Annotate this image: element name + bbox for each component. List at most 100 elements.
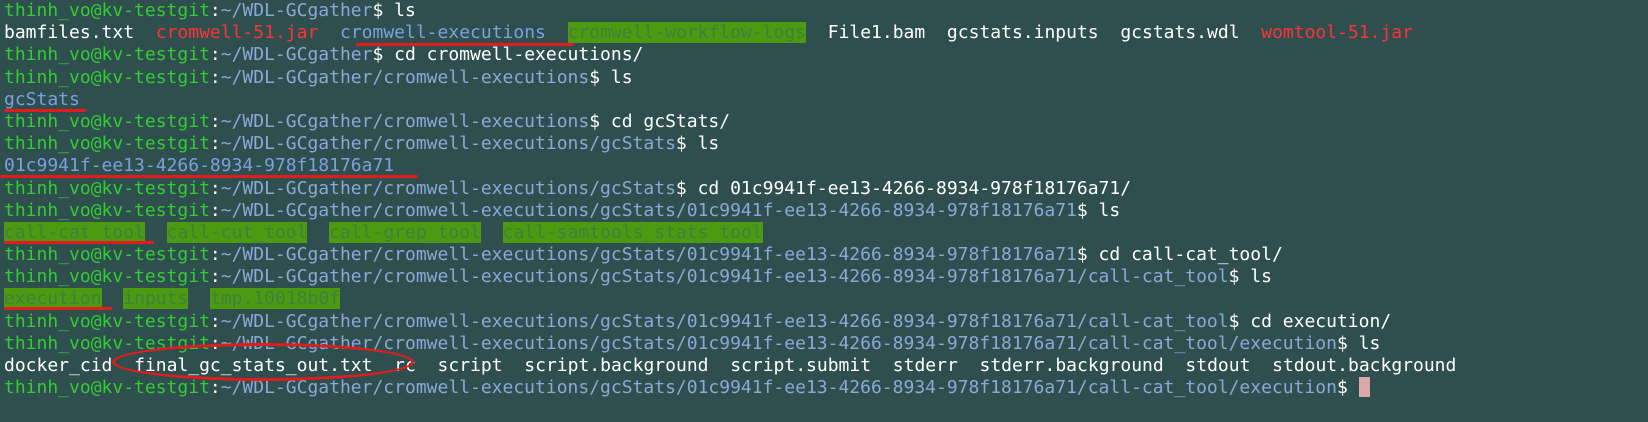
ls-entry-file: File1.bam — [827, 22, 926, 44]
prompt-path: ~/WDL-GCgather/cromwell-executions/gcSta… — [220, 177, 676, 199]
command-text — [1348, 377, 1359, 398]
ls-spacer — [925, 22, 947, 43]
prompt-symbol: $ — [1076, 244, 1088, 266]
prompt-line: thinh_vo@kv-testgit:~/WDL-GCgather$ cd c… — [4, 44, 1648, 66]
prompt-separator: : — [209, 266, 221, 288]
text-cursor[interactable] — [1358, 377, 1370, 398]
prompt-path: ~/WDL-GCgather/cromwell-executions/gcSta… — [220, 310, 1229, 332]
prompt-separator: : — [209, 244, 221, 266]
prompt-separator: : — [209, 377, 221, 399]
prompt-line: thinh_vo@kv-testgit:~/WDL-GCgather/cromw… — [4, 178, 1648, 200]
prompt-line: thinh_vo@kv-testgit:~/WDL-GCgather$ ls — [4, 0, 1648, 22]
ls-spacer — [546, 22, 568, 43]
prompt-user-host: thinh_vo@kv-testgit — [4, 244, 210, 266]
command-text: ls — [1087, 199, 1121, 221]
ls-entry-file: docker_cid — [4, 355, 113, 376]
command-text: cd 01c9941f-ee13-4266-8934-978f18176a71/ — [686, 177, 1132, 199]
annotation-underline-uuid — [0, 175, 418, 178]
prompt-path: ~/WDL-GCgather/cromwell-executions/gcSta… — [220, 133, 676, 155]
ls-spacer — [307, 222, 329, 243]
prompt-path: ~/WDL-GCgather/cromwell-executions — [220, 66, 590, 88]
ls-spacer — [1250, 355, 1272, 376]
prompt-user-host: thinh_vo@kv-testgit — [4, 266, 210, 288]
ls-entry-dir-green: call-cut_tool — [166, 221, 308, 243]
command-text: ls — [1347, 332, 1381, 354]
ls-entry-dir-green: call-samtools_stats_tool — [502, 221, 763, 243]
ls-spacer — [871, 355, 893, 376]
prompt-separator: : — [209, 0, 221, 21]
ls-spacer — [145, 222, 167, 243]
ls-entry-dir-green: tmp.10018b0f — [209, 288, 340, 310]
annotation-underline-call-cat-tool — [4, 241, 154, 244]
prompt-user-host: thinh_vo@kv-testgit — [4, 0, 210, 21]
ls-spacer — [188, 288, 210, 309]
prompt-user-host: thinh_vo@kv-testgit — [4, 133, 210, 155]
command-text: cd call-cat_tool/ — [1087, 244, 1283, 266]
prompt-user-host: thinh_vo@kv-testgit — [4, 177, 210, 199]
ls-spacer — [1164, 355, 1186, 376]
ls-output-line: bamfiles.txt cromwell-51.jar cromwell-ex… — [4, 22, 1648, 44]
prompt-separator: : — [209, 110, 221, 132]
ls-entry-file: script.submit — [730, 355, 872, 376]
command-text: cd execution/ — [1239, 310, 1392, 332]
prompt-user-host: thinh_vo@kv-testgit — [4, 44, 210, 66]
ls-entry-jar: womtool-51.jar — [1261, 22, 1413, 44]
command-text: cd gcStats/ — [600, 110, 731, 132]
ls-entry-file: script.background — [524, 355, 709, 376]
ls-spacer — [958, 355, 980, 376]
prompt-symbol: $ — [372, 0, 384, 21]
command-text: ls — [1239, 266, 1272, 288]
ls-output-line: call-cat_tool call-cut_tool call-grep_to… — [4, 221, 1648, 244]
annotation-circle-final-gc-stats — [112, 343, 414, 381]
prompt-symbol: $ — [1228, 310, 1240, 332]
prompt-separator: : — [209, 310, 221, 332]
prompt-symbol: $ — [1336, 332, 1348, 354]
prompt-symbol: $ — [589, 66, 601, 88]
prompt-user-host: thinh_vo@kv-testgit — [4, 310, 210, 332]
prompt-line: thinh_vo@kv-testgit:~/WDL-GCgather/cromw… — [4, 67, 1648, 89]
ls-entry-file: stdout — [1185, 355, 1251, 376]
prompt-line: thinh_vo@kv-testgit:~/WDL-GCgather/cromw… — [4, 111, 1648, 133]
ls-entry-dir-green: inputs — [123, 288, 189, 310]
prompt-user-host: thinh_vo@kv-testgit — [4, 66, 210, 88]
ls-entry-dir: cromwell-executions — [339, 22, 546, 44]
ls-spacer — [709, 355, 731, 376]
ls-entry-file: script — [437, 355, 503, 376]
prompt-path: ~/WDL-GCgather/cromwell-executions/gcSta… — [220, 244, 1077, 266]
prompt-symbol: $ — [589, 110, 601, 132]
ls-spacer — [416, 355, 438, 376]
prompt-separator: : — [209, 133, 221, 155]
prompt-separator: : — [209, 66, 221, 88]
prompt-symbol: $ — [1228, 266, 1240, 288]
prompt-line: thinh_vo@kv-testgit:~/WDL-GCgather/cromw… — [4, 244, 1648, 266]
ls-spacer — [1240, 22, 1262, 43]
ls-entry-dir-green: call-cat_tool — [4, 221, 145, 243]
annotation-underline-execution — [4, 307, 112, 310]
prompt-path: ~/WDL-GCgather/cromwell-executions/gcSta… — [220, 199, 1077, 221]
command-text: ls — [686, 133, 720, 155]
annotation-underline-gcstats — [4, 109, 86, 112]
ls-entry-file: stderr.background — [979, 355, 1164, 376]
prompt-path: ~/WDL-GCgather — [220, 0, 373, 21]
ls-entry-file: gcstats.inputs — [946, 22, 1099, 44]
ls-entry-file: stderr — [892, 355, 958, 376]
prompt-path: ~/WDL-GCgather/cromwell-executions/gcSta… — [220, 377, 1337, 399]
annotation-underline-cromwell-executions — [356, 43, 574, 46]
ls-spacer — [1099, 22, 1121, 43]
prompt-separator: : — [209, 44, 221, 66]
prompt-line: thinh_vo@kv-testgit:~/WDL-GCgather/cromw… — [4, 266, 1648, 288]
ls-output-line: execution inputs tmp.10018b0f — [4, 288, 1648, 310]
prompt-path: ~/WDL-GCgather/cromwell-executions — [220, 110, 590, 132]
ls-spacer — [503, 355, 525, 376]
prompt-line: thinh_vo@kv-testgit:~/WDL-GCgather/cromw… — [4, 133, 1648, 155]
command-text: ls — [383, 0, 416, 21]
ls-entry-dir: 01c9941f-ee13-4266-8934-978f18176a71 — [4, 155, 395, 177]
prompt-path: ~/WDL-GCgather/cromwell-executions/gcSta… — [220, 266, 1229, 288]
prompt-user-host: thinh_vo@kv-testgit — [4, 199, 210, 221]
prompt-symbol: $ — [372, 44, 384, 66]
prompt-path: ~/WDL-GCgather — [220, 44, 373, 66]
ls-entry-jar: cromwell-51.jar — [155, 22, 319, 44]
ls-entry-dir: gcStats — [4, 88, 80, 110]
prompt-user-host: thinh_vo@kv-testgit — [4, 110, 210, 132]
prompt-line: thinh_vo@kv-testgit:~/WDL-GCgather/cromw… — [4, 311, 1648, 333]
